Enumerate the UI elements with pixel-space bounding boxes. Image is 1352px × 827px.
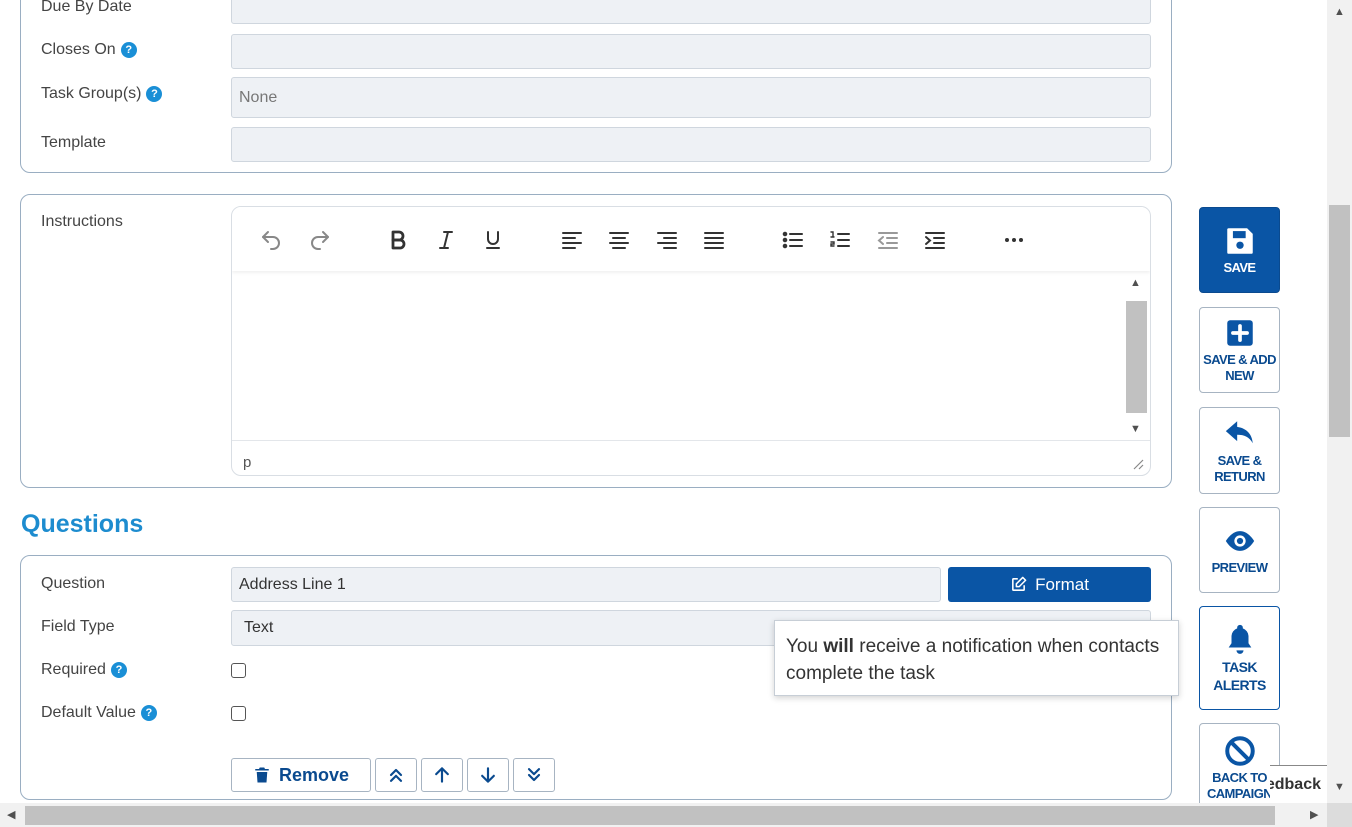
edit-icon — [1012, 576, 1027, 591]
redo-icon[interactable] — [305, 225, 335, 255]
template-field[interactable] — [231, 127, 1151, 162]
task-alerts-button[interactable]: TASK ALERTS — [1199, 606, 1280, 710]
scrollbar-corner — [1327, 803, 1352, 827]
bullet-list-icon[interactable] — [778, 225, 808, 255]
help-icon[interactable]: ? — [110, 662, 127, 678]
remove-question-button[interactable]: Remove — [231, 758, 371, 792]
vertical-scroll-thumb[interactable] — [1329, 205, 1350, 437]
due-by-date-label: Due By Date — [41, 0, 132, 15]
editor-element-path[interactable]: p — [243, 454, 251, 471]
save-button[interactable]: SAVE — [1199, 207, 1280, 293]
more-icon[interactable] — [999, 225, 1029, 255]
scroll-left-arrow[interactable]: ◀ — [7, 808, 15, 821]
field-type-label: Field Type — [41, 618, 115, 635]
move-up-button[interactable] — [421, 758, 463, 792]
numbered-list-icon[interactable] — [825, 225, 855, 255]
align-justify-icon[interactable] — [699, 225, 729, 255]
align-center-icon[interactable] — [604, 225, 634, 255]
indent-icon[interactable] — [920, 225, 950, 255]
page-horizontal-scrollbar[interactable]: ◀ ▶ — [0, 803, 1327, 827]
scroll-down-arrow[interactable]: ▼ — [1130, 423, 1141, 435]
underline-icon[interactable] — [478, 225, 508, 255]
move-to-top-button[interactable] — [375, 758, 417, 792]
resize-handle-icon[interactable] — [1132, 457, 1144, 470]
question-label: Question — [41, 575, 106, 592]
italic-icon[interactable] — [431, 225, 461, 255]
horizontal-scroll-thumb[interactable] — [25, 806, 1275, 825]
trash-icon — [255, 767, 269, 783]
default-value-checkbox[interactable] — [231, 706, 246, 721]
closes-on-label: Closes On ? — [41, 41, 137, 59]
align-left-icon[interactable] — [557, 225, 587, 255]
ban-icon — [1224, 736, 1255, 766]
required-label: Required ? — [41, 661, 127, 679]
scroll-up-arrow[interactable]: ▲ — [1334, 6, 1345, 18]
scroll-up-arrow[interactable]: ▲ — [1130, 277, 1141, 289]
due-by-date-field[interactable] — [231, 0, 1151, 24]
editor-content-area[interactable] — [232, 271, 1150, 441]
questions-heading: Questions — [21, 510, 144, 538]
template-label: Template — [41, 134, 106, 151]
page-vertical-scrollbar[interactable]: ▲ ▼ — [1327, 0, 1352, 803]
help-icon[interactable]: ? — [146, 86, 163, 102]
double-chevron-down-icon — [527, 768, 541, 782]
align-right-icon[interactable] — [652, 225, 682, 255]
move-down-button[interactable] — [467, 758, 509, 792]
instructions-editor: ▲ ▼ p — [231, 206, 1151, 476]
scroll-down-arrow[interactable]: ▼ — [1334, 781, 1345, 793]
eye-icon — [1225, 531, 1254, 551]
editor-toolbar — [232, 207, 1150, 271]
help-icon[interactable]: ? — [140, 705, 157, 721]
save-and-add-new-button[interactable]: SAVE & ADD NEW — [1199, 307, 1280, 393]
editor-scrollbar[interactable]: ▲ ▼ — [1126, 277, 1148, 437]
undo-icon[interactable] — [256, 225, 286, 255]
editor-scroll-thumb[interactable] — [1126, 301, 1147, 413]
save-and-return-button[interactable]: SAVE & RETURN — [1199, 407, 1280, 494]
double-chevron-up-icon — [389, 768, 403, 782]
task-groups-label: Task Group(s) ? — [41, 85, 163, 103]
reply-arrow-icon — [1225, 420, 1253, 443]
arrow-down-icon — [481, 767, 495, 783]
arrow-up-icon — [435, 767, 449, 783]
outdent-icon[interactable] — [873, 225, 903, 255]
bell-icon — [1228, 624, 1251, 654]
default-value-label: Default Value ? — [41, 704, 157, 722]
question-input[interactable]: Address Line 1 — [231, 567, 941, 602]
instructions-label: Instructions — [41, 213, 123, 230]
scroll-right-arrow[interactable]: ▶ — [1310, 808, 1318, 821]
required-checkbox[interactable] — [231, 663, 246, 678]
help-icon[interactable]: ? — [120, 42, 137, 58]
back-to-campaign-button[interactable]: BACK TO CAMPAIGN — [1199, 723, 1280, 809]
bold-icon[interactable] — [383, 225, 413, 255]
plus-square-icon — [1226, 320, 1253, 346]
preview-button[interactable]: PREVIEW — [1199, 507, 1280, 593]
move-to-bottom-button[interactable] — [513, 758, 555, 792]
task-groups-select[interactable]: None — [231, 77, 1151, 118]
format-button[interactable]: Format — [948, 567, 1151, 602]
feedback-tab[interactable]: Feedback — [1270, 765, 1327, 803]
floppy-disk-icon — [1226, 228, 1253, 254]
closes-on-field[interactable] — [231, 34, 1151, 69]
task-alerts-tooltip: You will receive a notification when con… — [774, 620, 1179, 696]
